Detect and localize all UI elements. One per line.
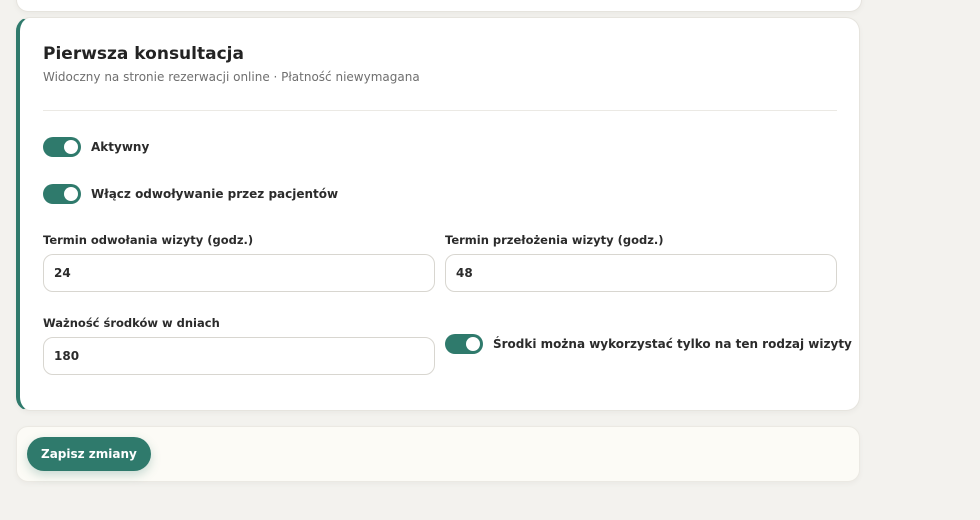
save-changes-button[interactable]: Zapisz zmiany [27, 437, 151, 471]
footer-bar: Zapisz zmiany [16, 426, 860, 482]
funds-only-this-type-toggle[interactable] [445, 334, 483, 354]
patient-cancellation-toggle-row[interactable]: Włącz odwoływanie przez pacjentów [43, 184, 338, 204]
active-toggle[interactable] [43, 137, 81, 157]
cancellation-deadline-label: Termin odwołania wizyty (godz.) [43, 233, 254, 247]
card-divider [43, 110, 837, 111]
toggle-knob [64, 187, 78, 201]
toggle-knob [64, 140, 78, 154]
reschedule-deadline-input[interactable] [445, 254, 837, 292]
card-title: Pierwsza konsultacja [43, 44, 244, 64]
active-toggle-row[interactable]: Aktywny [43, 137, 149, 157]
visit-type-card: Pierwsza konsultacja Widoczny na stronie… [16, 17, 860, 411]
funds-only-this-type-toggle-row[interactable]: Środki można wykorzystać tylko na ten ro… [445, 334, 852, 354]
reschedule-deadline-label: Termin przełożenia wizyty (godz.) [445, 233, 664, 247]
toggle-knob [466, 337, 480, 351]
active-toggle-label: Aktywny [91, 140, 150, 154]
patient-cancellation-toggle[interactable] [43, 184, 81, 204]
funds-validity-input[interactable] [43, 337, 435, 375]
patient-cancellation-toggle-label: Włącz odwoływanie przez pacjentów [91, 187, 339, 201]
funds-validity-label: Ważność środków w dniach [43, 316, 220, 330]
funds-only-this-type-toggle-label: Środki można wykorzystać tylko na ten ro… [493, 337, 852, 351]
card-subtitle: Widoczny na stronie rezerwacji online · … [43, 70, 420, 84]
cancellation-deadline-input[interactable] [43, 254, 435, 292]
previous-card-edge [16, 0, 862, 12]
